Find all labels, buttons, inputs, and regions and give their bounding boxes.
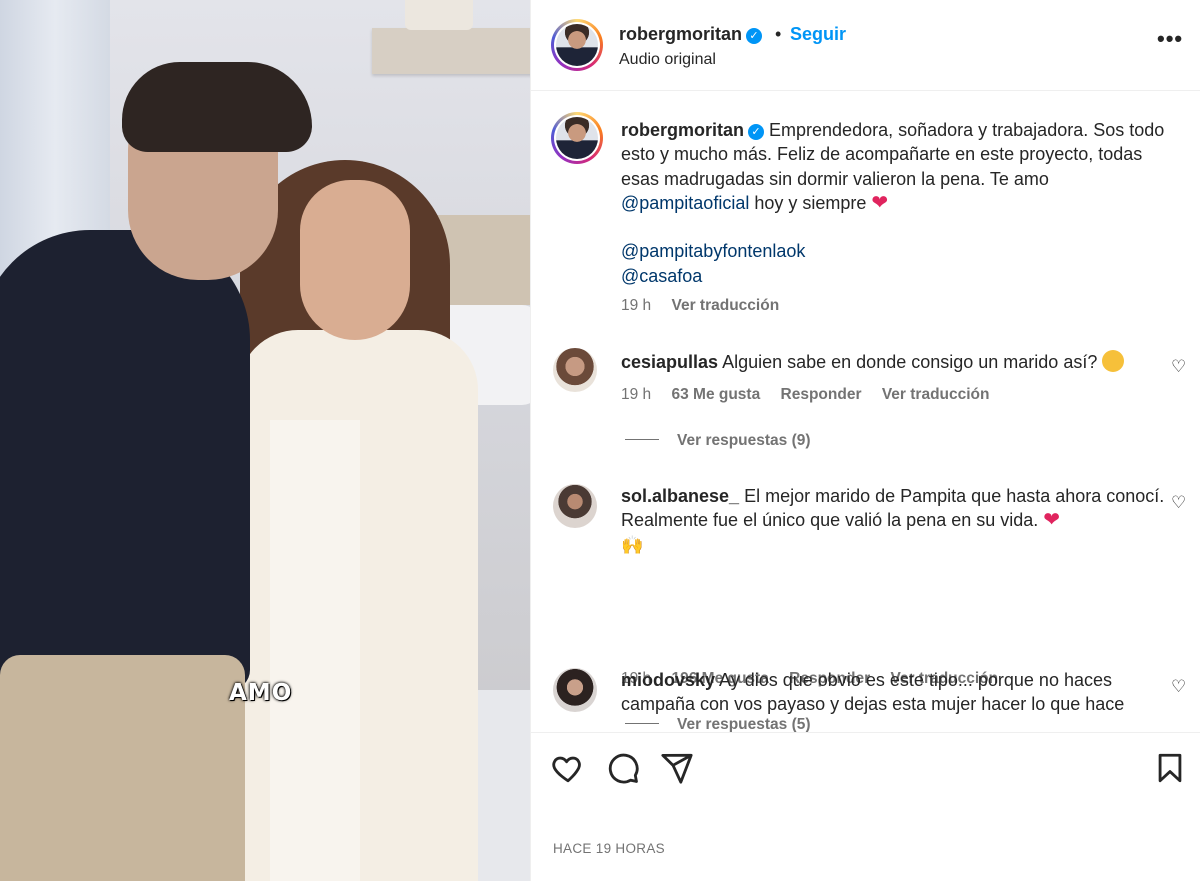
- send-icon[interactable]: [660, 751, 694, 785]
- like-comment-icon[interactable]: ♡: [1171, 357, 1186, 377]
- red-heart-icon: ❤: [1043, 509, 1061, 532]
- raising-hands-icon: 🙌: [621, 534, 644, 555]
- comment-meta: 19 h 63 Me gusta Responder Ver traducció…: [621, 386, 990, 403]
- reply-button[interactable]: Responder: [781, 386, 862, 403]
- shelf-decoration: [405, 0, 473, 30]
- author-username[interactable]: robergmoritan ✓: [619, 24, 763, 45]
- separator-dot: •: [775, 24, 782, 44]
- heart-outline-icon[interactable]: [551, 751, 585, 785]
- replies-divider: [625, 439, 659, 440]
- caption-meta: 19 h Ver traducción: [621, 297, 795, 315]
- follow-button[interactable]: Seguir: [790, 24, 846, 45]
- comment-text: sol.albanese_ El mejor marido de Pampita…: [621, 486, 1165, 555]
- video-caption-overlay: AMO: [229, 680, 293, 706]
- replies-divider: [625, 723, 659, 724]
- mention-link[interactable]: @casafoa: [621, 266, 702, 286]
- verified-badge-icon: ✓: [746, 28, 763, 44]
- mention-link[interactable]: @pampitaoficial: [621, 193, 749, 213]
- action-bar: HACE 19 HORAS: [531, 732, 1200, 881]
- post-timestamp[interactable]: HACE 19 HORAS: [553, 841, 665, 856]
- post-video[interactable]: AMO: [0, 0, 530, 881]
- post-side-panel: robergmoritan ✓ • Seguir Audio original •…: [530, 0, 1200, 881]
- comment-text: miodovsky Ay dios que obvio es este tipo…: [621, 670, 1125, 715]
- wall-shelf: [372, 28, 530, 74]
- translate-link[interactable]: Ver traducción: [882, 386, 990, 403]
- like-comment-icon[interactable]: ♡: [1171, 677, 1186, 697]
- woman-face: [300, 180, 410, 340]
- man-pants: [0, 655, 245, 881]
- red-heart-icon: ❤: [871, 191, 889, 214]
- comment-text: cesiapullas Alguien sabe en donde consig…: [621, 350, 1166, 374]
- thinking-face-icon: [1102, 350, 1125, 372]
- commenter-username[interactable]: sol.albanese_: [621, 486, 739, 506]
- post-header: robergmoritan ✓ • Seguir Audio original •…: [531, 0, 1200, 91]
- view-replies-button[interactable]: Ver respuestas (5): [625, 716, 811, 732]
- verified-badge-icon: ✓: [748, 124, 765, 140]
- caption-username[interactable]: robergmoritan: [621, 120, 744, 140]
- commenter-avatar[interactable]: [553, 348, 597, 392]
- author-avatar[interactable]: [551, 19, 603, 71]
- man-hair: [122, 62, 312, 152]
- comment-icon[interactable]: [606, 751, 640, 785]
- more-options-icon[interactable]: •••: [1157, 28, 1183, 50]
- bookmark-icon[interactable]: [1153, 751, 1187, 785]
- comments-list[interactable]: robergmoritan ✓ Emprendedora, soñadora y …: [531, 92, 1200, 732]
- translate-link[interactable]: Ver traducción: [671, 297, 779, 314]
- commenter-avatar[interactable]: [553, 484, 597, 528]
- view-replies-button[interactable]: Ver respuestas (9): [625, 432, 811, 450]
- woman-top: [270, 420, 360, 881]
- caption-author-avatar[interactable]: [551, 112, 603, 164]
- commenter-username[interactable]: cesiapullas: [621, 352, 718, 372]
- likes-count[interactable]: 63 Me gusta: [671, 386, 760, 403]
- caption-time: 19 h: [621, 297, 652, 314]
- like-comment-icon[interactable]: ♡: [1171, 493, 1186, 513]
- man-sweater: [0, 230, 250, 690]
- commenter-avatar[interactable]: [553, 668, 597, 712]
- audio-link[interactable]: Audio original: [619, 51, 716, 69]
- caption-text: robergmoritan ✓ Emprendedora, soñadora y …: [621, 120, 1165, 286]
- mention-link[interactable]: @pampitabyfontenlaok: [621, 241, 805, 261]
- commenter-username[interactable]: miodovsky: [621, 670, 715, 690]
